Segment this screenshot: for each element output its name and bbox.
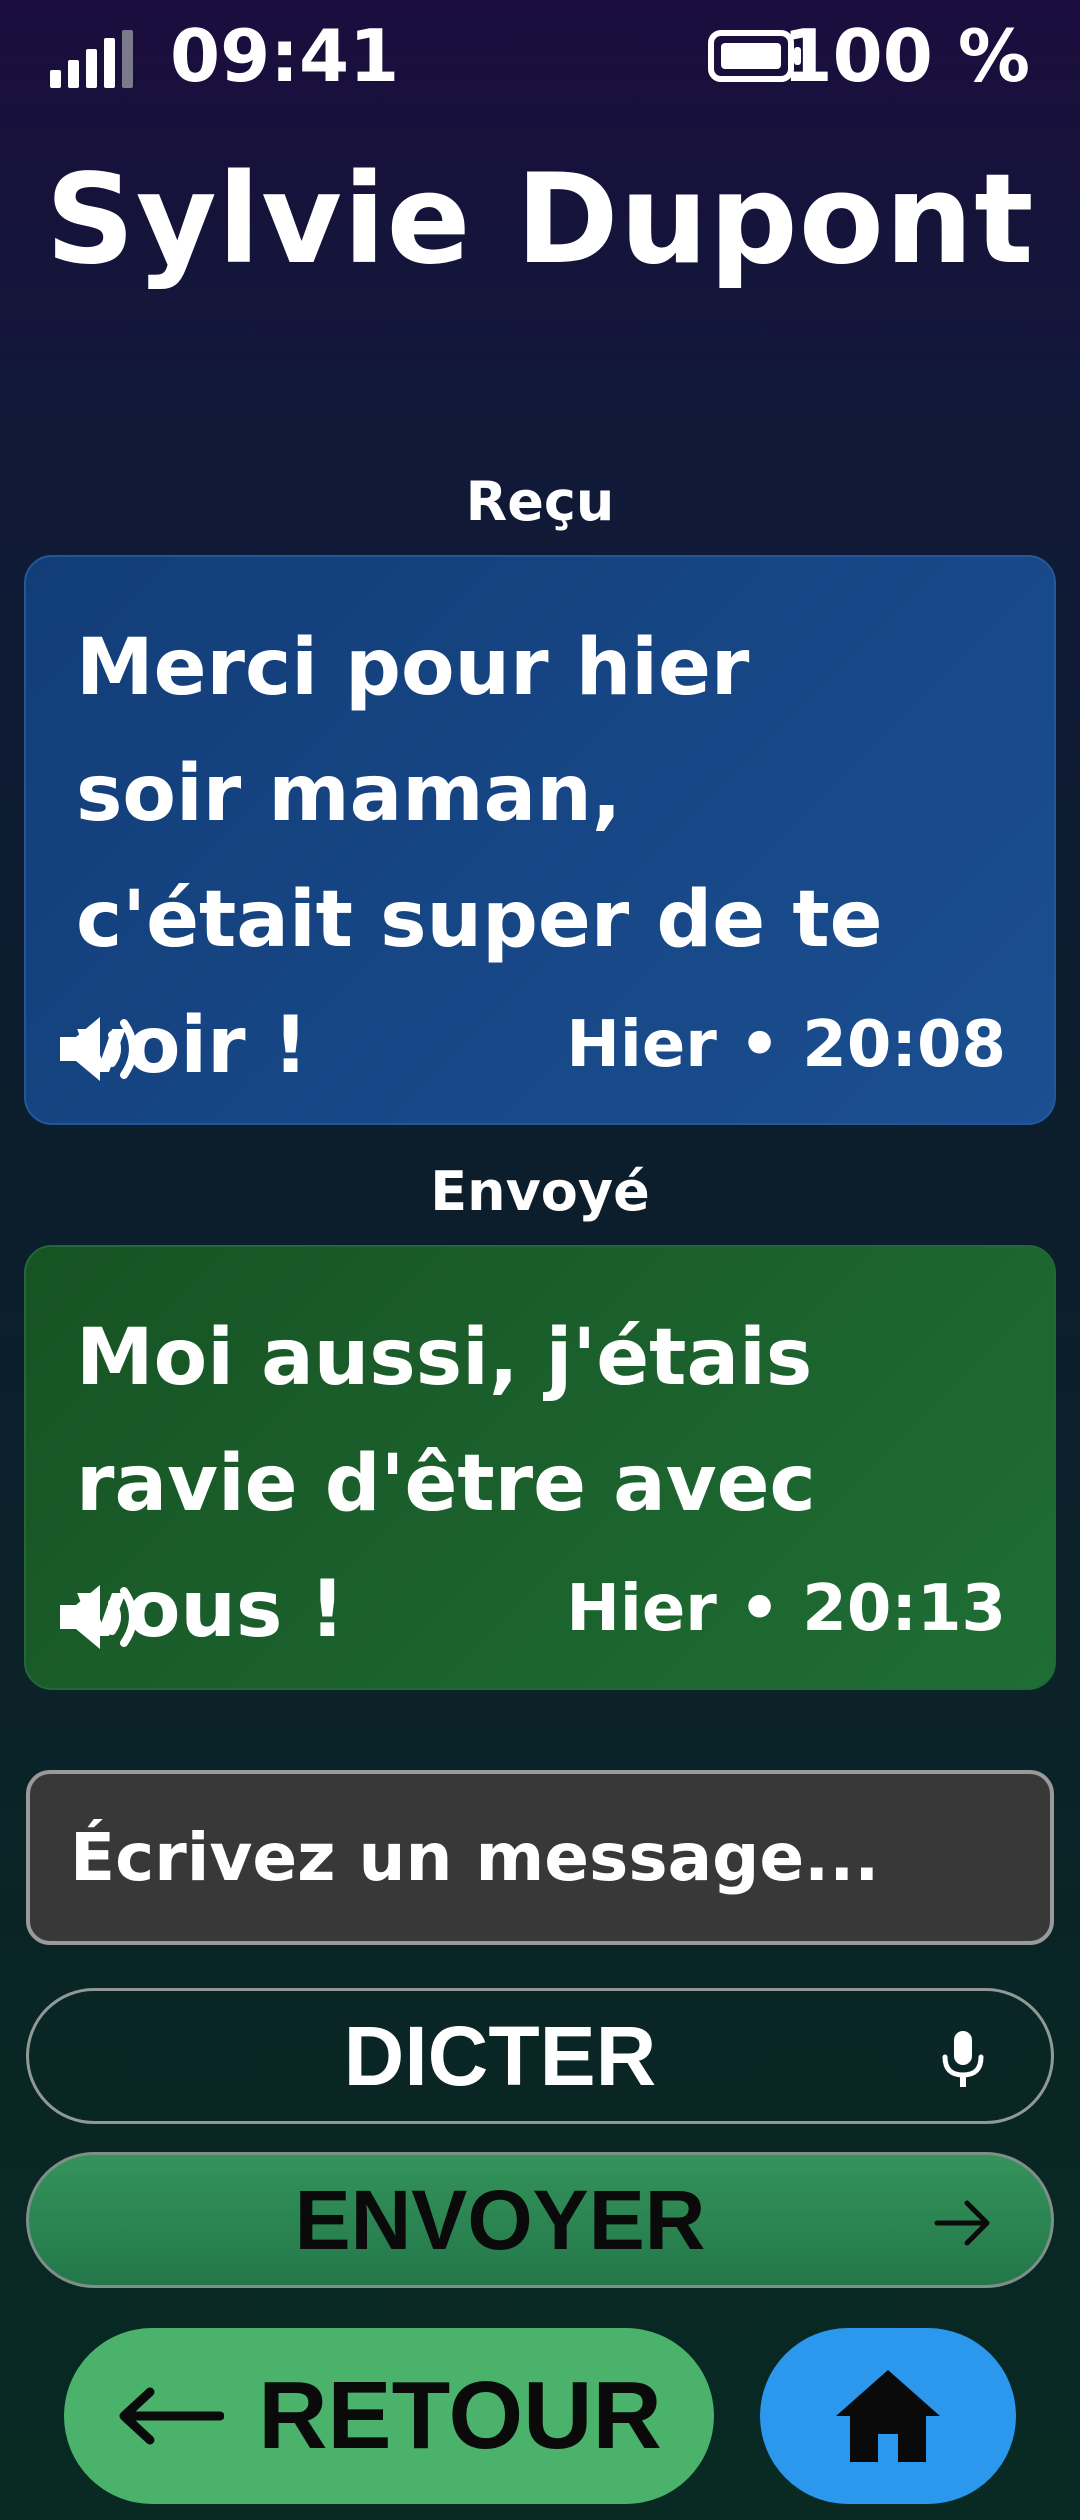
received-label: Reçu bbox=[465, 470, 615, 533]
battery-percentage: 100 % bbox=[782, 14, 1031, 98]
message-input[interactable] bbox=[30, 1774, 1050, 1941]
compose-box[interactable] bbox=[26, 1770, 1054, 1945]
send-label: ENVOYER bbox=[294, 2172, 706, 2267]
status-time: 09:41 bbox=[170, 14, 400, 98]
home-button[interactable] bbox=[760, 2328, 1016, 2504]
signal-bars-icon bbox=[50, 30, 133, 88]
message-timestamp: Hier • 20:13 bbox=[566, 1572, 1006, 1646]
contact-name: Sylvie Dupont bbox=[45, 148, 1035, 292]
message-timestamp: Hier • 20:08 bbox=[566, 1008, 1006, 1082]
microphone-icon bbox=[942, 2031, 984, 2087]
status-bar: 09:41 100 % bbox=[0, 0, 1080, 110]
home-icon bbox=[836, 2370, 940, 2462]
back-button[interactable]: RETOUR bbox=[64, 2328, 714, 2504]
arrow-right-icon bbox=[934, 2200, 990, 2246]
sent-label: Envoyé bbox=[430, 1160, 650, 1223]
dictate-label: DICTER bbox=[343, 2008, 657, 2103]
sent-message-bubble[interactable]: Moi aussi, j'étais ravie d'être avec vou… bbox=[24, 1245, 1056, 1690]
speaker-icon[interactable] bbox=[56, 1577, 146, 1657]
speaker-icon[interactable] bbox=[56, 1009, 146, 1089]
dictate-button[interactable]: DICTER bbox=[26, 1988, 1054, 2124]
back-label: RETOUR bbox=[258, 2362, 662, 2469]
send-button[interactable]: ENVOYER bbox=[26, 2152, 1054, 2288]
received-message-bubble[interactable]: Merci pour hier soir maman, c'était supe… bbox=[24, 555, 1056, 1125]
arrow-left-icon bbox=[119, 2387, 225, 2445]
